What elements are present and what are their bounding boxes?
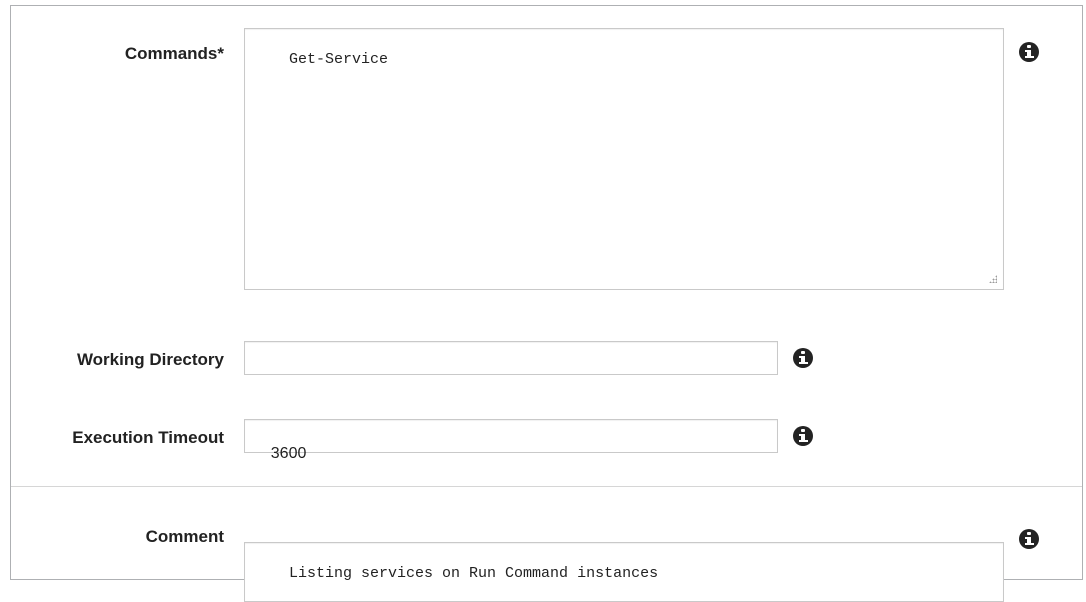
execution-timeout-info-icon[interactable] <box>793 426 813 446</box>
comment-label: Comment <box>145 527 224 546</box>
working-directory-input[interactable] <box>244 341 778 375</box>
execution-timeout-value: 3600 <box>270 445 307 462</box>
comment-textarea[interactable]: Listing services on Run Command instance… <box>244 542 1004 602</box>
working-directory-label: Working Directory <box>76 350 224 369</box>
section-divider <box>11 486 1082 487</box>
commands-label: Commands* <box>124 44 224 63</box>
execution-timeout-input[interactable]: 3600 <box>244 419 778 462</box>
execution-timeout-label: Execution Timeout <box>72 428 224 447</box>
commands-info-icon[interactable] <box>1019 42 1039 62</box>
commands-textarea[interactable]: Get-Service <box>244 28 1004 290</box>
resize-grip-icon[interactable] <box>989 275 997 283</box>
command-parameters-panel: Commands* Get-Service Working Directory … <box>10 5 1083 602</box>
comment-info-icon[interactable] <box>1019 529 1039 549</box>
commands-value: Get-Service <box>289 51 389 68</box>
working-directory-info-icon[interactable] <box>793 348 813 368</box>
